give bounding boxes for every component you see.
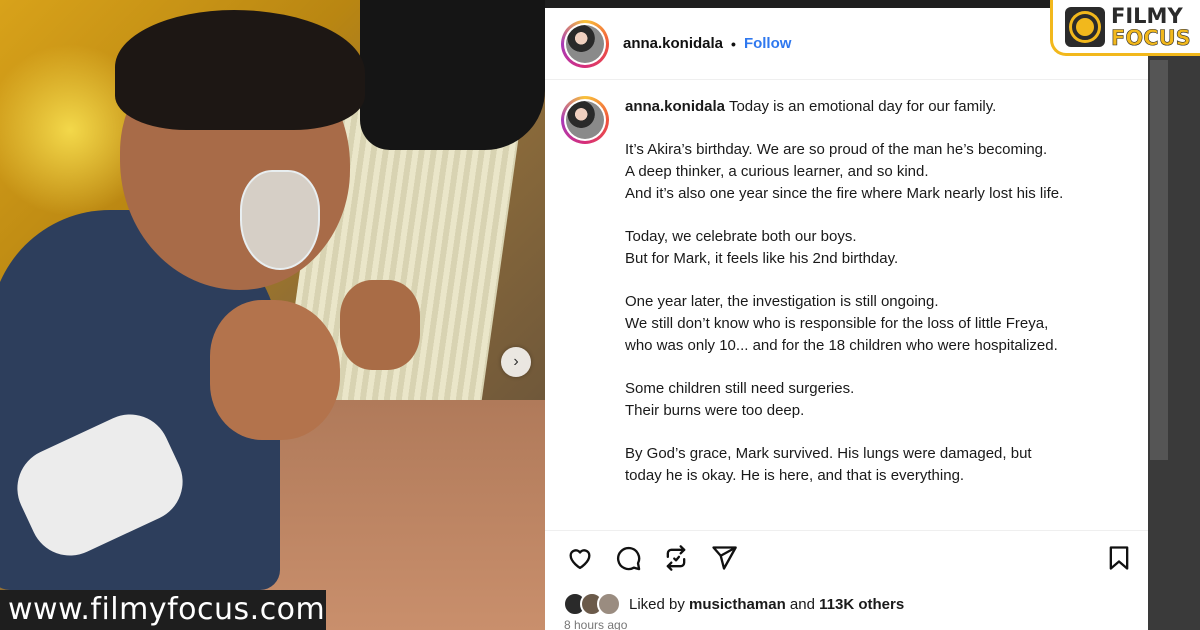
film-reel-icon [1065,6,1105,47]
site-watermark: www.filmyfocus.com [0,590,326,630]
caption-line: Today is an emotional day for our family… [728,98,997,115]
caption-line: A deep thinker, a curious learner, and s… [625,163,929,181]
liker-avatar [597,592,621,616]
comment-icon[interactable] [611,541,645,575]
caption-avatar[interactable] [561,96,609,144]
caption-line: who was only 10... and for the 18 childr… [625,336,1058,354]
chevron-right-icon: › [513,353,519,370]
repost-icon[interactable] [659,541,693,575]
caption-line: By God’s grace, Mark survived. His lungs… [625,445,1032,463]
caption-area: anna.konidala Today is an emotional day … [561,96,1141,516]
header-username[interactable]: anna.konidala [623,35,723,52]
likes-prefix: Liked by [629,595,685,613]
share-icon[interactable] [707,541,741,575]
caption-username[interactable]: anna.konidala [625,98,725,115]
caption-line: One year later, the investigation is sti… [625,293,939,311]
caption-line: But for Mark, it feels like his 2nd birt… [625,249,899,267]
likes-summary: Liked by musicthaman and 113K others [563,590,904,618]
caption-line: today he is okay. He is here, and that i… [625,466,965,484]
logo-line-1: FILMY [1111,3,1183,28]
caption-line: We still don’t know who is responsible f… [625,314,1049,332]
carousel-next-button[interactable]: › [501,347,531,377]
caption-line: Today, we celebrate both our boys. [625,228,857,246]
likes-and: and [789,595,815,613]
follow-button[interactable]: Follow [744,35,792,52]
post-photo: › [0,0,545,630]
separator-dot: • [731,35,736,52]
caption-line: It’s Akira’s birthday. We are so proud o… [625,141,1048,159]
post-panel: anna.konidala • Follow anna.konidala Tod… [545,8,1148,630]
background-strip [1148,0,1200,630]
likes-count[interactable]: 113K others [819,596,904,613]
bookmark-icon[interactable] [1102,541,1136,575]
liker-avatars[interactable] [563,592,621,616]
caption-line: And it’s also one year since the fire wh… [625,184,1064,202]
liker-username[interactable]: musicthaman [689,596,786,613]
filmyfocus-logo: FILMY FOCUS [1050,0,1200,56]
logo-line-2: FOCUS [1111,25,1191,50]
heart-icon[interactable] [563,541,597,575]
avatar[interactable] [561,19,609,68]
caption-text: anna.konidala Today is an emotional day … [625,96,1125,516]
caption-line: Their burns were too deep. [625,401,805,419]
caption-line: Some children still need surgeries. [625,380,855,398]
action-bar [545,530,1148,590]
post-timestamp: 8 hours ago [564,618,628,630]
